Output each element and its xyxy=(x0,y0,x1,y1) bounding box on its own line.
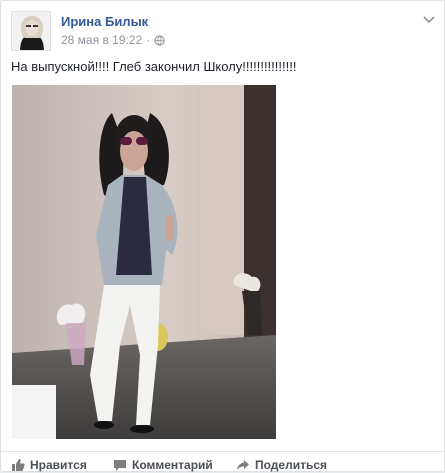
author-avatar[interactable] xyxy=(11,11,51,51)
author-name[interactable]: Ирина Билык xyxy=(61,14,148,29)
globe-icon[interactable] xyxy=(154,34,165,46)
comment-label: Комментарий xyxy=(132,458,213,472)
share-label: Поделиться xyxy=(255,458,328,472)
post-meta: 28 мая в 19:22 · xyxy=(61,33,165,47)
post-photo[interactable] xyxy=(12,85,276,439)
share-icon xyxy=(237,460,249,470)
meta-separator: · xyxy=(146,33,151,47)
like-label: Нравится xyxy=(30,458,87,472)
post-header: Ирина Билык 28 мая в 19:22 · xyxy=(11,11,436,51)
comment-icon xyxy=(114,460,126,471)
post-timestamp[interactable]: 28 мая в 19:22 xyxy=(61,33,142,47)
post-text: На выпускной!!!! Глеб закончил Школу!!!!… xyxy=(11,59,297,74)
comment-button[interactable]: Комментарий xyxy=(113,458,213,472)
share-button[interactable]: Поделиться xyxy=(236,458,327,472)
like-button[interactable]: Нравится xyxy=(11,458,87,472)
thumbs-up-icon xyxy=(12,459,25,471)
post-actions: Нравится Комментарий Поделиться xyxy=(1,451,445,473)
post-card: Ирина Билык 28 мая в 19:22 · На выпускно… xyxy=(0,0,445,472)
chevron-down-icon[interactable] xyxy=(422,15,436,25)
